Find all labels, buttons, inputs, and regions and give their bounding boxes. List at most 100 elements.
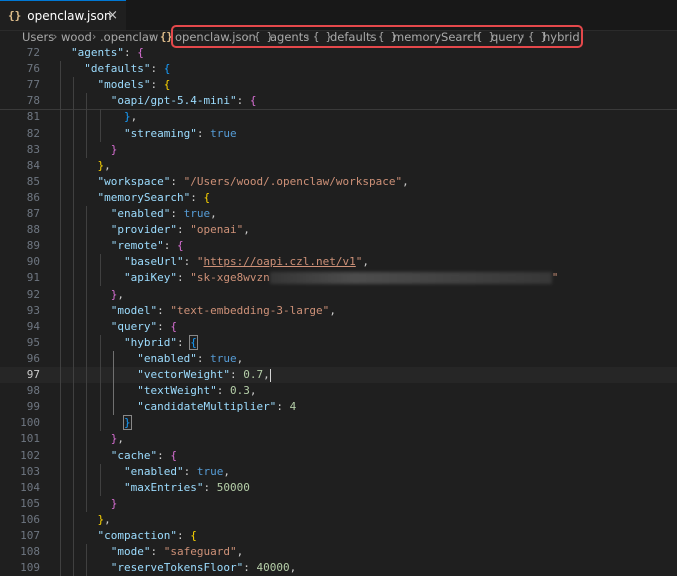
- code-text: "maxEntries": 50000: [123, 480, 250, 494]
- indent-guide: [60, 61, 61, 576]
- indent-guide: [99, 109, 101, 142]
- indent-guide: [86, 93, 88, 158]
- code-line[interactable]: 109 "reserveTokensFloor": 40000,: [0, 560, 677, 576]
- line-number: 97: [26, 368, 40, 381]
- code-text: "hybrid": {: [123, 334, 198, 350]
- code-line[interactable]: 101 },: [0, 431, 677, 447]
- code-line[interactable]: 103 "enabled": true,: [0, 464, 677, 480]
- code-text: "workspace": "/Users/wood/.openclaw/work…: [97, 174, 409, 188]
- line-number: 78: [26, 94, 40, 108]
- line-number: 104: [20, 480, 40, 494]
- code-line[interactable]: 106 },: [0, 512, 677, 528]
- indent-guide: [112, 350, 114, 416]
- code-line[interactable]: 98 "textWeight": 0.3,: [0, 383, 677, 399]
- redacted-key-blur: [269, 272, 552, 285]
- chevron-right-icon: ›: [53, 30, 58, 43]
- code-line[interactable]: 95 "hybrid": {: [0, 334, 677, 351]
- code-line[interactable]: 102 "cache": {: [0, 448, 677, 464]
- code-text: "oapi/gpt-5.4-mini": {: [110, 94, 257, 108]
- line-number: 85: [26, 174, 40, 188]
- breadcrumb-item-users[interactable]: Users: [22, 30, 54, 44]
- line-number: 101: [20, 432, 40, 446]
- line-number: 82: [26, 126, 40, 140]
- code-text: "compaction": {: [97, 529, 197, 542]
- close-icon[interactable]: ×: [107, 8, 118, 23]
- line-number: 87: [26, 207, 40, 220]
- chevron-right-icon: ›: [150, 30, 155, 43]
- code-text: },: [97, 158, 111, 172]
- line-number: 76: [26, 62, 40, 76]
- code-line[interactable]: 90 "baseUrl": "https://oapi.czl.net/v1",: [0, 254, 677, 270]
- indent-guide: [86, 544, 88, 576]
- line-number: 96: [26, 351, 40, 365]
- line-number: 109: [20, 561, 40, 575]
- code-text: "remote": {: [110, 239, 184, 253]
- code-line[interactable]: 72 "agents": {: [0, 45, 677, 61]
- code-text: "candidateMultiplier": 4: [137, 400, 297, 414]
- code-text: "provider": "openai",: [110, 223, 250, 237]
- code-text: "model": "text-embedding-3-large",: [110, 303, 336, 317]
- line-number: 88: [26, 223, 40, 237]
- code-text: "enabled": true,: [123, 464, 230, 478]
- code-line[interactable]: 78 "oapi/gpt-5.4-mini": {: [0, 93, 677, 109]
- line-number: 93: [26, 303, 40, 317]
- line-number: 108: [20, 545, 40, 559]
- tab-title: openclaw.json: [27, 8, 112, 23]
- code-line[interactable]: 82 "streaming": true: [0, 126, 677, 142]
- line-number: 103: [20, 464, 40, 478]
- code-line[interactable]: 81 },: [0, 109, 677, 125]
- indent-guide: [99, 254, 101, 287]
- code-text: },: [110, 287, 124, 301]
- code-text: "agents": {: [71, 46, 144, 59]
- code-line[interactable]: 88 "provider": "openai",: [0, 222, 677, 238]
- code-line[interactable]: 99 "candidateMultiplier": 4: [0, 399, 677, 415]
- code-line[interactable]: 89 "remote": {: [0, 238, 677, 254]
- line-number: 84: [26, 158, 40, 172]
- code-text: }: [123, 415, 132, 431]
- code-text: },: [97, 512, 111, 526]
- tab-openclaw-json[interactable]: {} openclaw.json ×: [0, 0, 126, 30]
- line-number: 99: [26, 400, 40, 414]
- code-line[interactable]: 96 "enabled": true,: [0, 351, 677, 367]
- indent-guide: [73, 77, 75, 576]
- code-line[interactable]: 97 "vectorWeight": 0.7,: [0, 367, 677, 383]
- code-line[interactable]: 104 "maxEntries": 50000: [0, 480, 677, 496]
- json-file-icon: {}: [8, 9, 22, 22]
- folded-region-line: [0, 109, 677, 111]
- line-number: 77: [26, 78, 40, 92]
- code-line[interactable]: 107 "compaction": {: [0, 528, 677, 544]
- code-line[interactable]: 77 "models": {: [0, 77, 677, 93]
- code-text: "vectorWeight": 0.7,: [137, 368, 271, 382]
- code-text: },: [110, 432, 124, 446]
- code-text: }: [110, 142, 118, 156]
- code-line[interactable]: 108 "mode": "safeguard",: [0, 544, 677, 560]
- code-text: "mode": "safeguard",: [110, 545, 244, 559]
- code-line[interactable]: 92 },: [0, 287, 677, 303]
- code-line[interactable]: 85 "workspace": "/Users/wood/.openclaw/w…: [0, 174, 677, 190]
- code-line[interactable]: 94 "query": {: [0, 319, 677, 335]
- code-text: "defaults": {: [84, 62, 171, 76]
- chevron-right-icon: ›: [92, 30, 97, 43]
- code-text: "memorySearch": {: [97, 190, 211, 204]
- breadcrumb-item-wood[interactable]: wood: [61, 30, 92, 44]
- code-line[interactable]: 91 "apiKey": "sk-xge8wvzn ": [0, 270, 677, 286]
- line-number: 94: [26, 319, 40, 333]
- code-line[interactable]: 86 "memorySearch": {: [0, 190, 677, 206]
- code-editor[interactable]: 72 "agents": {76 "defaults": {77 "models"…: [0, 44, 677, 576]
- code-text: "apiKey": "sk-xge8wvzn ": [123, 271, 559, 285]
- line-number: 107: [20, 529, 40, 542]
- line-number: 89: [26, 239, 40, 253]
- code-line[interactable]: 84 },: [0, 158, 677, 174]
- indent-guide: [99, 463, 101, 496]
- line-number: 102: [20, 448, 40, 462]
- code-line[interactable]: 93 "model": "text-embedding-3-large",: [0, 303, 677, 319]
- line-number: 105: [20, 496, 40, 510]
- code-line[interactable]: 87 "enabled": true,: [0, 206, 677, 222]
- code-text: "models": {: [97, 78, 171, 92]
- code-line[interactable]: 100 }: [0, 415, 677, 431]
- code-text: "reserveTokensFloor": 40000,: [110, 561, 297, 575]
- code-line[interactable]: 83 }: [0, 142, 677, 158]
- code-line[interactable]: 105 }: [0, 496, 677, 512]
- code-line[interactable]: 76 "defaults": {: [0, 61, 677, 77]
- code-text: }: [110, 496, 118, 510]
